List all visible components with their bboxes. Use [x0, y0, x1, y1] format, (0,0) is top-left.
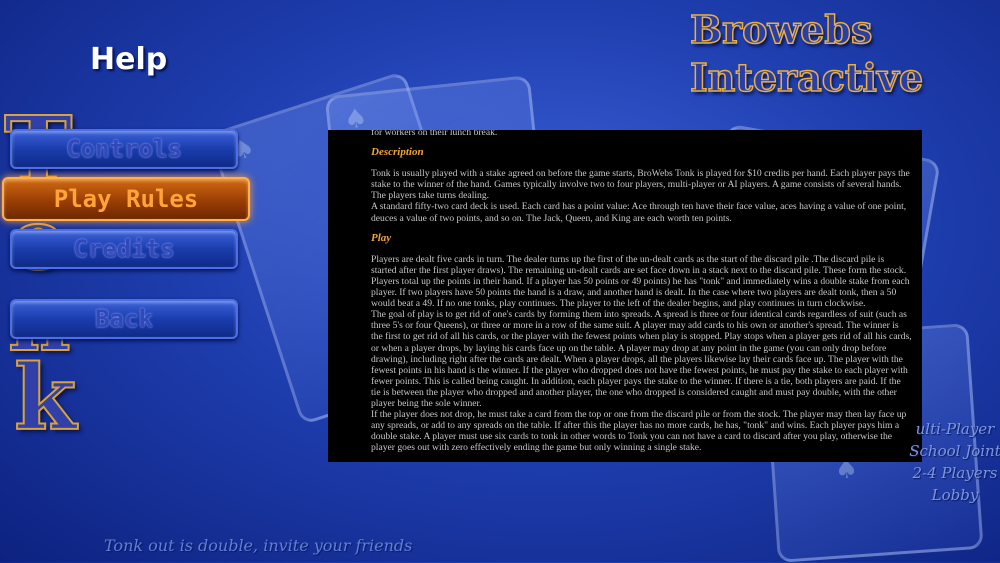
- brand-line-1: Browebs: [689, 6, 873, 53]
- play-rules-button-label: Play Rules: [53, 185, 199, 213]
- lobby-info-line: 2-4 Players: [912, 464, 998, 482]
- rules-paragraph: for workers on their lunch break.: [371, 130, 498, 138]
- controls-button[interactable]: Controls: [10, 129, 238, 169]
- controls-button-label: Controls: [66, 135, 182, 163]
- rules-paragraph: Players total up the points in their han…: [371, 275, 910, 310]
- rules-paragraph: If the player does not drop, he must tak…: [371, 409, 907, 454]
- play-heading: Play: [371, 231, 392, 244]
- footer-tagline: Tonk out is double, invite your friends: [104, 536, 413, 555]
- description-heading: Description: [371, 146, 424, 159]
- lobby-info-line: ulti-Player: [915, 420, 995, 438]
- rules-paragraph: Players are dealt five cards in turn. Th…: [371, 253, 907, 276]
- rules-paragraph: Tonk is usually played with a stake agre…: [371, 168, 910, 202]
- brand-line-2: Interactive: [689, 54, 924, 101]
- brand-logo: Browebs Interactive: [689, 6, 924, 102]
- lobby-info-line: Lobby: [931, 486, 979, 504]
- lobby-info-line: School Joint: [909, 442, 1000, 460]
- rules-paragraph: A standard fifty-two card deck is used. …: [371, 201, 907, 224]
- play-rules-button[interactable]: Play Rules: [2, 177, 250, 221]
- page-title: Help: [90, 42, 168, 77]
- rules-text-panel[interactable]: for workers on their lunch break. Descri…: [328, 130, 922, 462]
- tonk-logo-letter-k: k: [13, 344, 77, 452]
- back-button-label: Back: [95, 305, 153, 333]
- rules-text-content: for workers on their lunch break. Descri…: [328, 130, 922, 453]
- rules-paragraph: The goal of play is to get rid of one's …: [371, 309, 912, 409]
- credits-button[interactable]: Credits: [10, 229, 238, 269]
- lobby-info-text: ulti-Player School Joint 2-4 Players Lob…: [905, 418, 1000, 506]
- back-button[interactable]: Back: [10, 299, 238, 339]
- credits-button-label: Credits: [73, 235, 175, 263]
